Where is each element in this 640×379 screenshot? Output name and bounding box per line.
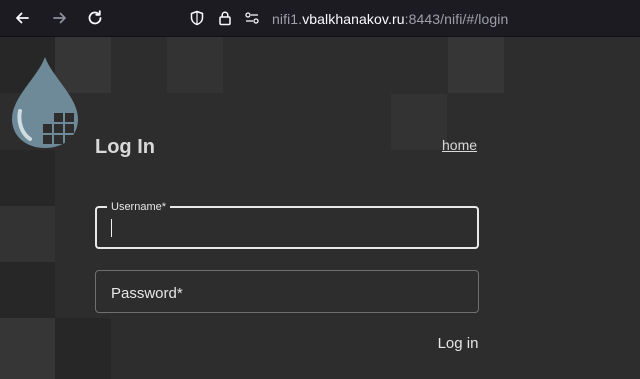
shield-icon[interactable] [189,10,205,26]
arrow-left-icon [16,12,29,24]
background-tile [0,262,55,318]
password-field[interactable]: Password* [95,270,479,313]
url-text[interactable]: nifi1.vbalkhanakov.ru:8443/nifi/#/login [272,11,508,27]
url-host: vbalkhanakov.ru [302,11,405,27]
text-caret [111,219,112,237]
reload-button[interactable] [83,6,107,30]
permissions-icon[interactable] [244,10,260,26]
background-tile [0,150,55,206]
background-tile [55,318,111,379]
background-tile [0,206,55,262]
background-tile [391,94,447,150]
login-button[interactable]: Log in [426,332,490,356]
browser-toolbar: nifi1.vbalkhanakov.ru:8443/nifi/#/login [0,0,640,37]
username-label: Username* [107,200,171,214]
background-tile [0,318,55,379]
lock-icon[interactable] [217,10,233,26]
background-tile [448,37,504,93]
reload-icon [88,10,102,25]
password-label: Password* [111,285,183,302]
forward-button[interactable] [48,6,72,30]
back-button[interactable] [10,6,34,30]
arrow-right-icon [53,12,66,24]
home-link[interactable]: home [442,137,477,153]
username-field[interactable]: Username* [95,200,479,249]
url-prefix: nifi1. [272,11,303,27]
url-bar[interactable]: nifi1.vbalkhanakov.ru:8443/nifi/#/login [180,2,640,34]
page-title: Log In [95,136,155,158]
background-tile [167,37,223,93]
url-suffix: :8443/nifi/#/login [404,11,509,27]
nifi-logo [12,57,78,148]
